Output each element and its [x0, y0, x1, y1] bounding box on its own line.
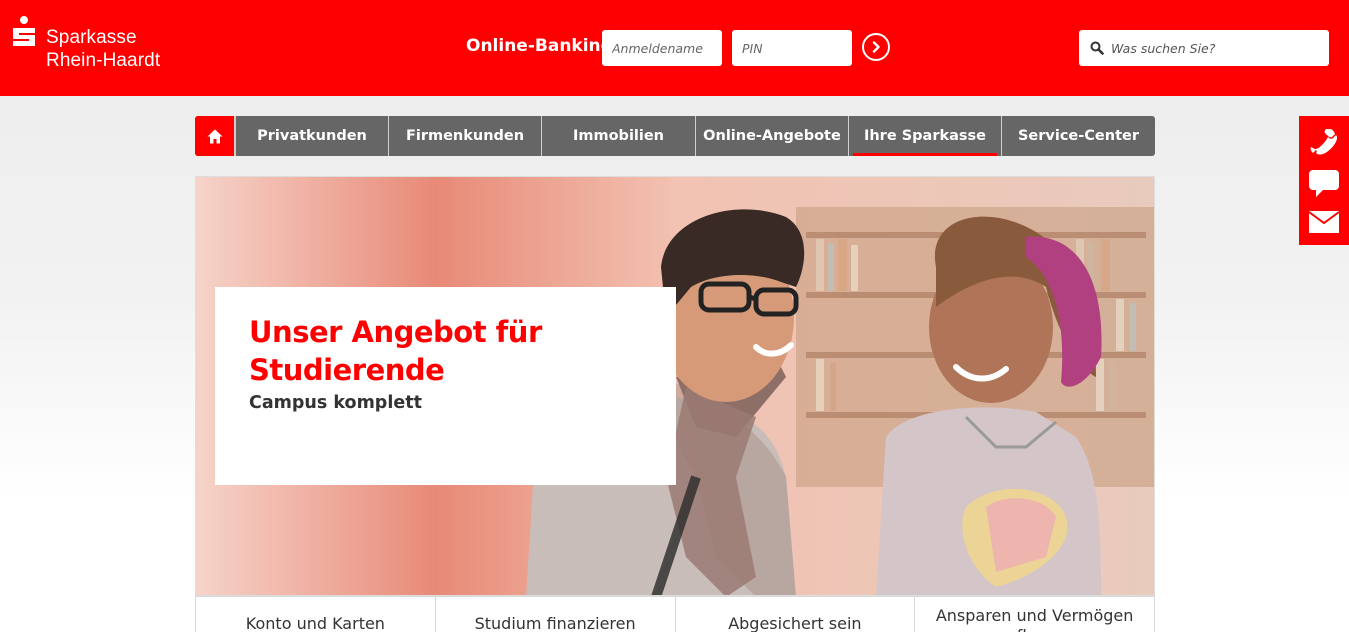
hero-title-line1: Unser Angebot für [249, 315, 542, 349]
mail-icon[interactable] [1308, 210, 1340, 234]
hero-banner[interactable]: Unser Angebot für Studierende Campus kom… [195, 176, 1155, 596]
hero-subtitle: Campus komplett [249, 393, 422, 413]
brand-name: Sparkasse Rhein-Haardt [46, 26, 160, 72]
main-nav: Privatkunden Firmenkunden Immobilien Onl… [195, 116, 1155, 156]
tile-label: Konto und Karten [245, 614, 385, 632]
pin-input[interactable] [732, 30, 852, 66]
nav-item-online-angebote[interactable]: Online-Angebote [695, 116, 848, 156]
chat-icon[interactable] [1308, 169, 1340, 199]
tile-label: Ansparen und Vermögen aufbauen [936, 606, 1134, 632]
site-search [1079, 30, 1329, 66]
sparkasse-logo[interactable]: Sparkasse Rhein-Haardt [11, 16, 160, 72]
tile-label-line2: aufbauen [997, 626, 1073, 632]
search-input[interactable] [1111, 30, 1321, 66]
login-submit-button[interactable] [862, 33, 890, 61]
username-input[interactable] [602, 30, 722, 66]
tile-label: Studium finanzieren [474, 614, 636, 632]
header: Sparkasse Rhein-Haardt Online-Banking [0, 0, 1349, 96]
tile-ansparen-und-vermoegen[interactable]: Ansparen und Vermögen aufbauen [915, 596, 1155, 632]
contact-sidebar [1299, 116, 1349, 245]
brand-line2: Rhein-Haardt [46, 50, 161, 71]
tile-konto-und-karten[interactable]: Konto und Karten [195, 596, 436, 632]
tile-studium-finanzieren[interactable]: Studium finanzieren [435, 596, 676, 632]
sparkasse-s-icon [11, 16, 37, 48]
search-icon[interactable] [1090, 41, 1104, 55]
nav-item-service-center[interactable]: Service-Center [1001, 116, 1155, 156]
nav-item-privatkunden[interactable]: Privatkunden [235, 116, 388, 156]
hero-title: Unser Angebot für Studierende [249, 313, 642, 389]
home-button[interactable] [195, 116, 235, 156]
chevron-right-icon [872, 41, 880, 53]
tile-abgesichert-sein[interactable]: Abgesichert sein [675, 596, 916, 632]
nav-item-immobilien[interactable]: Immobilien [541, 116, 695, 156]
tile-label-line1: Ansparen und Vermögen [935, 606, 1134, 625]
teaser-tiles: Konto und Karten Studium finanzieren Abg… [195, 596, 1155, 632]
phone-icon[interactable] [1308, 127, 1340, 159]
brand-line1: Sparkasse [46, 27, 137, 48]
hero-card[interactable]: Unser Angebot für Studierende Campus kom… [215, 287, 676, 485]
hero-title-line2: Studierende [249, 353, 445, 387]
online-banking-label: Online-Banking [466, 36, 613, 56]
nav-item-firmenkunden[interactable]: Firmenkunden [388, 116, 541, 156]
nav-item-ihre-sparkasse[interactable]: Ihre Sparkasse [848, 116, 1001, 156]
home-icon [207, 129, 222, 143]
tile-label: Abgesichert sein [728, 614, 862, 632]
